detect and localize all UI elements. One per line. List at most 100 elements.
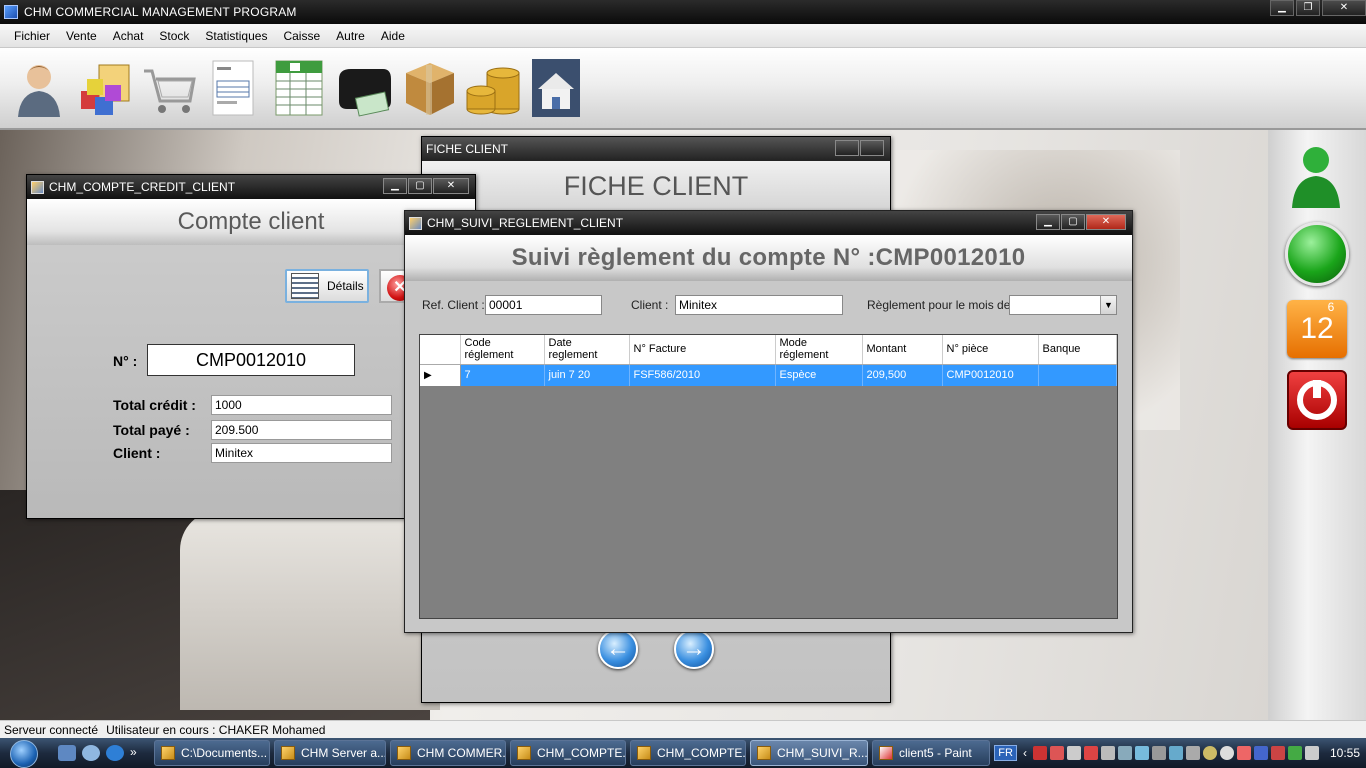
total-paye-label: Total payé : xyxy=(113,422,190,438)
col-code-reglement[interactable]: Code réglement xyxy=(460,335,545,365)
mois-select[interactable]: ▼ xyxy=(1009,295,1117,315)
menu-autre[interactable]: Autre xyxy=(330,29,371,43)
restore-button[interactable]: ❐ xyxy=(1296,0,1320,16)
products-icon[interactable] xyxy=(75,57,133,119)
suivi-maximize-button[interactable]: ▢ xyxy=(1061,214,1085,230)
total-credit-field[interactable]: 1000 xyxy=(211,395,392,415)
start-button[interactable] xyxy=(0,738,50,768)
wallet-icon[interactable] xyxy=(335,57,393,119)
minimize-button[interactable]: ▁ xyxy=(1270,0,1294,16)
ref-client-field[interactable]: 00001 xyxy=(485,295,602,315)
col-montant[interactable]: Montant xyxy=(862,335,943,365)
clock[interactable]: 10:55 xyxy=(1330,746,1360,760)
cell-code[interactable]: 7 xyxy=(460,364,545,386)
row-selector[interactable]: ▶ xyxy=(420,364,461,386)
next-arrow-icon[interactable]: → xyxy=(674,629,714,669)
task-paint[interactable]: client5 - Paint xyxy=(872,740,990,766)
table-row[interactable]: ▶ 7 juin 7 20 FSF586/2010 Espèce 209,500… xyxy=(420,364,1117,386)
task-label: C:\Documents... xyxy=(181,746,268,760)
details-button[interactable]: Détails xyxy=(285,269,369,303)
bluetooth-icon[interactable] xyxy=(1253,746,1268,760)
tray-app-icon[interactable] xyxy=(1100,746,1115,760)
cell-banque[interactable] xyxy=(1038,364,1117,386)
cell-montant[interactable]: 209,500 xyxy=(862,364,943,386)
menu-statistiques[interactable]: Statistiques xyxy=(199,29,273,43)
client-field[interactable]: Minitex xyxy=(675,295,843,315)
col-banque[interactable]: Banque xyxy=(1038,335,1117,365)
client-field[interactable]: Minitex xyxy=(211,443,392,463)
tray-app-icon[interactable] xyxy=(1202,746,1217,760)
tray-app-icon[interactable] xyxy=(1117,746,1132,760)
cell-facture[interactable]: FSF586/2010 xyxy=(629,364,776,386)
close-button[interactable]: ✕ xyxy=(1322,0,1366,16)
browser-icon[interactable] xyxy=(82,745,100,761)
col-banque-label: Banque xyxy=(1042,343,1081,356)
language-indicator[interactable]: FR xyxy=(994,745,1017,761)
chevron-down-icon[interactable]: ▼ xyxy=(1100,296,1116,314)
task-documents[interactable]: C:\Documents... xyxy=(154,740,270,766)
task-chm-commercial[interactable]: CHM COMMER... xyxy=(390,740,506,766)
total-paye-field[interactable]: 209.500 xyxy=(211,420,392,440)
internet-explorer-icon[interactable] xyxy=(106,745,124,761)
box-icon[interactable] xyxy=(400,57,458,119)
col-date-reglement[interactable]: Date reglement xyxy=(544,335,630,365)
show-desktop-icon[interactable] xyxy=(58,745,76,761)
tray-app-icon[interactable] xyxy=(1270,746,1285,760)
app-title: CHM COMMERCIAL MANAGEMENT PROGRAM xyxy=(24,5,297,19)
task-label: CHM Server a... xyxy=(301,746,386,760)
power-icon[interactable] xyxy=(1287,370,1347,430)
security-icon[interactable] xyxy=(1049,746,1064,760)
menu-stock[interactable]: Stock xyxy=(153,29,195,43)
col-n-facture[interactable]: N° Facture xyxy=(629,335,776,365)
more-icon[interactable]: » xyxy=(130,745,148,761)
main-toolbar xyxy=(0,48,1366,130)
spreadsheet-icon[interactable] xyxy=(270,57,328,119)
compte-titlebar: CHM_COMPTE_CREDIT_CLIENT ▁ ▢ ✕ xyxy=(27,175,475,199)
cell-date[interactable]: juin 7 20 xyxy=(544,364,630,386)
num-label: N° : xyxy=(113,353,138,369)
fiche-close-button[interactable] xyxy=(860,140,884,156)
col-mode-reglement[interactable]: Mode réglement xyxy=(775,335,863,365)
suivi-titlebar: CHM_SUIVI_REGLEMENT_CLIENT ▁ ▢ ✕ xyxy=(405,211,1132,235)
task-chm-suivi[interactable]: CHM_SUIVI_R... xyxy=(750,740,868,766)
compte-minimize-button[interactable]: ▁ xyxy=(383,178,407,194)
tray-app-icon[interactable] xyxy=(1151,746,1166,760)
cell-piece[interactable]: CMP0012010 xyxy=(942,364,1039,386)
tray-expand-icon[interactable]: ‹ xyxy=(1023,746,1027,760)
cell-mode[interactable]: Espèce xyxy=(775,364,863,386)
menu-achat[interactable]: Achat xyxy=(107,29,150,43)
fiche-minimize-button[interactable] xyxy=(835,140,859,156)
tray-app-icon[interactable] xyxy=(1134,746,1149,760)
user-icon[interactable] xyxy=(10,57,68,119)
compte-close-button[interactable]: ✕ xyxy=(433,178,469,194)
task-chm-compte-2[interactable]: CHM_COMPTE... xyxy=(630,740,746,766)
suivi-minimize-button[interactable]: ▁ xyxy=(1036,214,1060,230)
col-n-piece[interactable]: N° pièce xyxy=(942,335,1039,365)
calendar-icon[interactable]: 6 12 xyxy=(1287,300,1347,358)
antivirus-icon[interactable] xyxy=(1032,746,1047,760)
home-icon[interactable] xyxy=(530,57,588,119)
chat-icon[interactable] xyxy=(1219,746,1234,760)
previous-arrow-icon[interactable]: ← xyxy=(598,629,638,669)
tray-app-icon[interactable] xyxy=(1185,746,1200,760)
cart-icon[interactable] xyxy=(140,57,198,119)
menu-aide[interactable]: Aide xyxy=(375,29,411,43)
tray-app-icon[interactable] xyxy=(1083,746,1098,760)
compte-title: CHM_COMPTE_CREDIT_CLIENT xyxy=(49,180,236,194)
tray-app-icon[interactable] xyxy=(1168,746,1183,760)
user-status-icon[interactable] xyxy=(1286,142,1346,210)
invoice-icon[interactable] xyxy=(205,57,263,119)
compte-maximize-button[interactable]: ▢ xyxy=(408,178,432,194)
tray-app-icon[interactable] xyxy=(1066,746,1081,760)
connection-status-icon[interactable] xyxy=(1285,222,1349,286)
menu-vente[interactable]: Vente xyxy=(60,29,103,43)
task-chm-server[interactable]: CHM Server a... xyxy=(274,740,386,766)
tray-app-icon[interactable] xyxy=(1236,746,1251,760)
menu-caisse[interactable]: Caisse xyxy=(277,29,326,43)
coins-icon[interactable] xyxy=(465,57,523,119)
network-icon[interactable] xyxy=(1304,746,1319,760)
battery-icon[interactable] xyxy=(1287,746,1302,760)
suivi-close-button[interactable]: ✕ xyxy=(1086,214,1126,230)
task-chm-compte-1[interactable]: CHM_COMPTE... xyxy=(510,740,626,766)
menu-fichier[interactable]: Fichier xyxy=(8,29,56,43)
